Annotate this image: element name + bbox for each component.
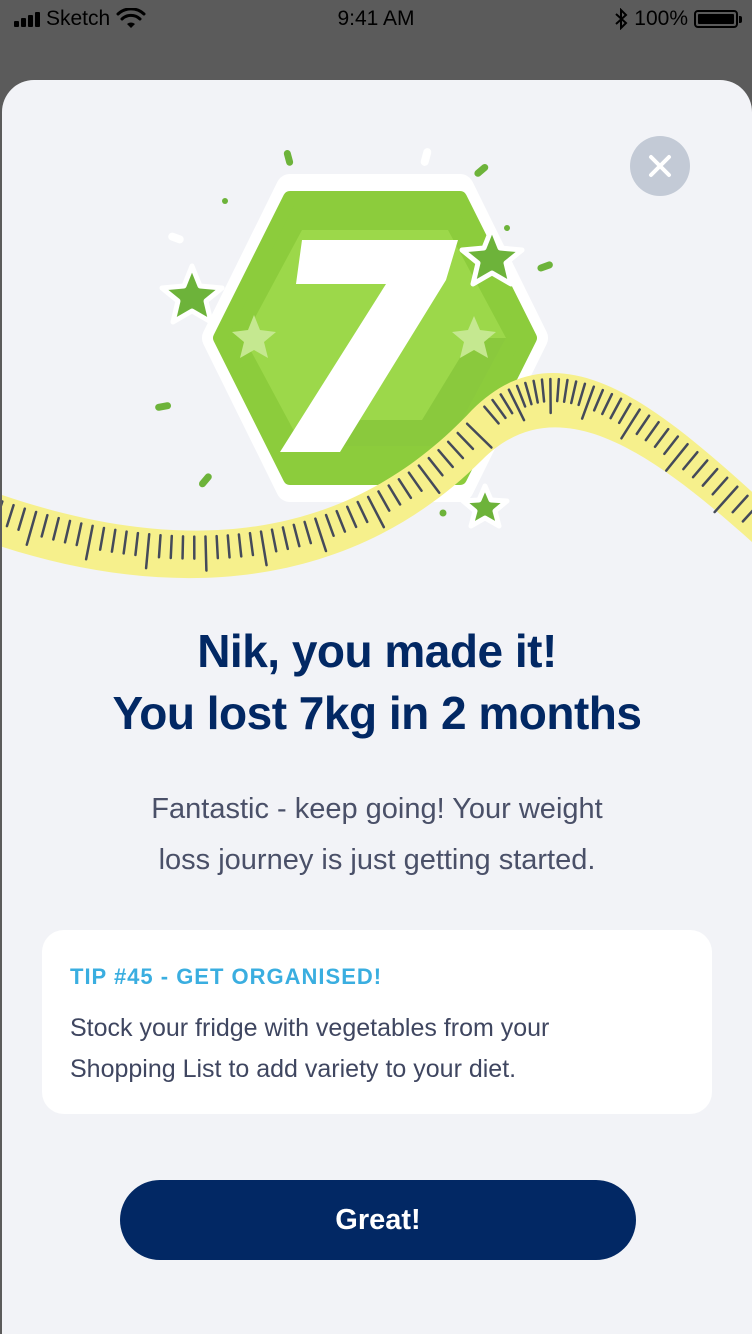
achievement-sheet: Nik, you made it! You lost 7kg in 2 mont…: [2, 80, 752, 1334]
tip-card: TIP #45 - GET ORGANISED! Stock your frid…: [42, 930, 712, 1114]
tape-tick: [169, 534, 174, 560]
bluetooth-icon: [615, 8, 628, 30]
subtext: Fantastic - keep going! Your weight loss…: [2, 784, 752, 886]
status-right: 100%: [614, 7, 742, 31]
tape-tick: [226, 534, 231, 559]
battery-label: 100%: [634, 7, 688, 30]
subtext-line1: Fantastic - keep going! Your weight: [151, 793, 603, 825]
close-button[interactable]: [630, 136, 690, 196]
subtext-line2: loss journey is just getting started.: [158, 844, 596, 876]
tape-tick: [555, 377, 561, 403]
status-bar: Sketch 9:41 AM 100%: [0, 0, 752, 40]
headline-line2: You lost 7kg in 2 months: [112, 687, 642, 739]
headline: Nik, you made it! You lost 7kg in 2 mont…: [2, 620, 752, 744]
tape-tick: [204, 535, 208, 572]
tip-body: Stock your fridge with vegetables from y…: [70, 1008, 690, 1090]
headline-line1: Nik, you made it!: [197, 625, 557, 677]
battery-icon: [694, 10, 742, 28]
tape-tick: [215, 534, 220, 560]
tip-body-line1: Stock your fridge with vegetables from y…: [70, 1014, 550, 1042]
great-button[interactable]: Great!: [120, 1180, 636, 1260]
tip-body-line2: Shopping List to add variety to your die…: [70, 1055, 517, 1083]
tip-title: TIP #45 - GET ORGANISED!: [70, 964, 383, 989]
tape-tick: [157, 534, 162, 559]
close-icon: [649, 155, 671, 177]
